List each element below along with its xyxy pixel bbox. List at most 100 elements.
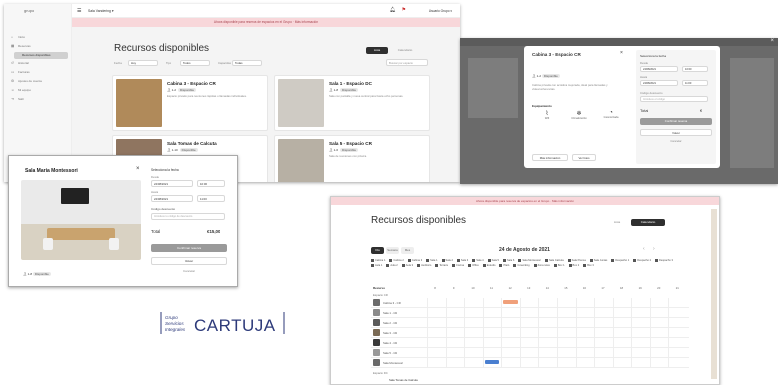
time-slot[interactable]	[445, 328, 465, 338]
time-slot[interactable]	[445, 348, 465, 358]
modal-back-button[interactable]: Volver	[640, 129, 712, 136]
modal-to-date[interactable]: 24/08/2021	[640, 80, 678, 86]
time-slot[interactable]	[594, 298, 613, 308]
time-slot[interactable]	[612, 358, 632, 368]
time-slot[interactable]	[445, 298, 465, 308]
time-slot[interactable]	[519, 348, 539, 358]
time-slot[interactable]	[464, 298, 483, 308]
time-slot[interactable]	[519, 328, 539, 338]
legend-item[interactable]: Cocina	[451, 263, 464, 269]
modal-from-time[interactable]: 10:00	[682, 66, 708, 72]
time-slot[interactable]	[538, 298, 557, 308]
time-slot[interactable]	[557, 318, 576, 328]
view-calendar-button[interactable]: Calendario	[390, 47, 420, 54]
prev-day-icon[interactable]: ‹	[643, 246, 645, 252]
legend-item[interactable]: Aula 1	[371, 263, 382, 269]
booking-cancel-link[interactable]: Cancelar	[151, 269, 227, 273]
time-slot[interactable]	[557, 328, 576, 338]
time-slot[interactable]	[668, 308, 687, 318]
time-slot[interactable]	[482, 298, 502, 308]
bell-icon[interactable]: 🔔︎	[390, 7, 396, 13]
resource-row-label[interactable]: Cabina 3 - CR	[383, 301, 401, 305]
booking-discount-input[interactable]: Introduce tu código de descuento	[151, 213, 225, 220]
booking-back-button[interactable]: Volver	[151, 257, 227, 265]
legend-item[interactable]: Aula 2	[386, 263, 398, 269]
time-slot[interactable]	[427, 338, 446, 348]
legend-item[interactable]: Box 2	[568, 263, 579, 269]
modal-discount-input[interactable]: Introduce el código	[640, 96, 708, 102]
time-slot[interactable]	[649, 318, 669, 328]
legend-item[interactable]: Terraza	[435, 263, 448, 269]
search-input[interactable]: Buscar por espacio	[386, 59, 428, 66]
filter-select[interactable]: Todos	[180, 60, 210, 66]
time-slot[interactable]	[501, 338, 520, 348]
sidebar-item-3[interactable]: ↺ Historial	[10, 60, 68, 68]
legend-item[interactable]: Despacho 2	[633, 259, 651, 264]
booking-from-date[interactable]: 24/08/2021	[151, 180, 193, 187]
time-slot[interactable]	[538, 338, 557, 348]
time-slot[interactable]	[631, 358, 650, 368]
booking-close-icon[interactable]: ×	[136, 166, 140, 172]
time-slot[interactable]	[482, 328, 502, 338]
sidebar-item-4[interactable]: ▭ Facturas	[10, 69, 68, 77]
scrollbar[interactable]	[711, 209, 717, 379]
time-slot[interactable]	[612, 348, 632, 358]
time-slot[interactable]	[445, 358, 465, 368]
filter-select[interactable]: Hoy	[128, 60, 158, 66]
time-slot[interactable]	[668, 358, 687, 368]
time-slot[interactable]	[594, 308, 613, 318]
time-slot[interactable]	[668, 338, 687, 348]
time-slot[interactable]	[594, 318, 613, 328]
filter-select[interactable]: Todas	[232, 60, 262, 66]
time-slot[interactable]	[668, 328, 687, 338]
close-icon[interactable]: ×	[770, 38, 774, 44]
resource-row-label[interactable]: Sala 5 - CR	[383, 351, 397, 355]
flag-icon[interactable]: ⚑	[402, 7, 406, 13]
resource-title[interactable]: Sala Tomas de Calcuta	[167, 141, 217, 146]
time-slot[interactable]	[464, 328, 483, 338]
time-slot[interactable]	[575, 348, 595, 358]
booking-to-date[interactable]: 24/08/2021	[151, 195, 193, 202]
time-slot[interactable]	[519, 298, 539, 308]
calendar-tab[interactable]: Semana	[386, 247, 399, 254]
time-slot[interactable]	[519, 318, 539, 328]
legend-item[interactable]: Zona relax	[533, 263, 550, 269]
calendar-banner[interactable]: Ahora disponible para reserva de espacio…	[331, 197, 719, 205]
sidebar-item-7[interactable]: ⇥ Salir	[10, 96, 68, 104]
calendar-tab[interactable]: Día	[371, 247, 384, 254]
calendar-tab[interactable]: Mes	[401, 247, 414, 254]
legend-item[interactable]: Plató	[499, 263, 509, 269]
time-slot[interactable]	[464, 308, 483, 318]
announcement-banner[interactable]: Ahora disponible para reserva de espacio…	[72, 18, 460, 27]
modal-to-time[interactable]: 11:00	[682, 80, 708, 86]
legend-item[interactable]: Estudio	[482, 263, 495, 269]
resource-card[interactable]: Sala 1 - Espacio DC 👤︎ 1-8 Disponible Sala …	[274, 75, 430, 131]
time-slot[interactable]	[631, 348, 650, 358]
time-slot[interactable]	[445, 308, 465, 318]
time-slot[interactable]	[612, 308, 632, 318]
time-slot[interactable]	[482, 308, 502, 318]
next-day-icon[interactable]: ›	[653, 246, 655, 252]
time-slot[interactable]	[538, 348, 557, 358]
modal-cancel-link[interactable]: Cancelar	[640, 139, 712, 143]
time-slot[interactable]	[557, 308, 576, 318]
time-slot[interactable]	[557, 338, 576, 348]
time-slot[interactable]	[575, 338, 595, 348]
time-slot[interactable]	[612, 298, 632, 308]
calendar-view-list-button[interactable]: Lista	[607, 219, 627, 226]
workspace-selector[interactable]: Sala Vandering ▾	[88, 9, 114, 13]
resource-card[interactable]: Cabina 3 - Espacio CR 👤︎ 1-2 Disponible Esp…	[112, 75, 268, 131]
time-slot[interactable]	[649, 358, 669, 368]
time-slot[interactable]	[631, 308, 650, 318]
time-slot[interactable]	[445, 338, 465, 348]
time-slot[interactable]	[482, 338, 502, 348]
legend-item[interactable]: Coworking	[513, 263, 530, 269]
time-slot[interactable]	[575, 308, 595, 318]
time-slot[interactable]	[649, 308, 669, 318]
time-slot[interactable]	[464, 318, 483, 328]
time-slot[interactable]	[612, 328, 632, 338]
time-slot[interactable]	[668, 318, 687, 328]
time-slot[interactable]	[538, 328, 557, 338]
time-slot[interactable]	[464, 338, 483, 348]
modal-close-icon[interactable]: ×	[620, 50, 623, 56]
